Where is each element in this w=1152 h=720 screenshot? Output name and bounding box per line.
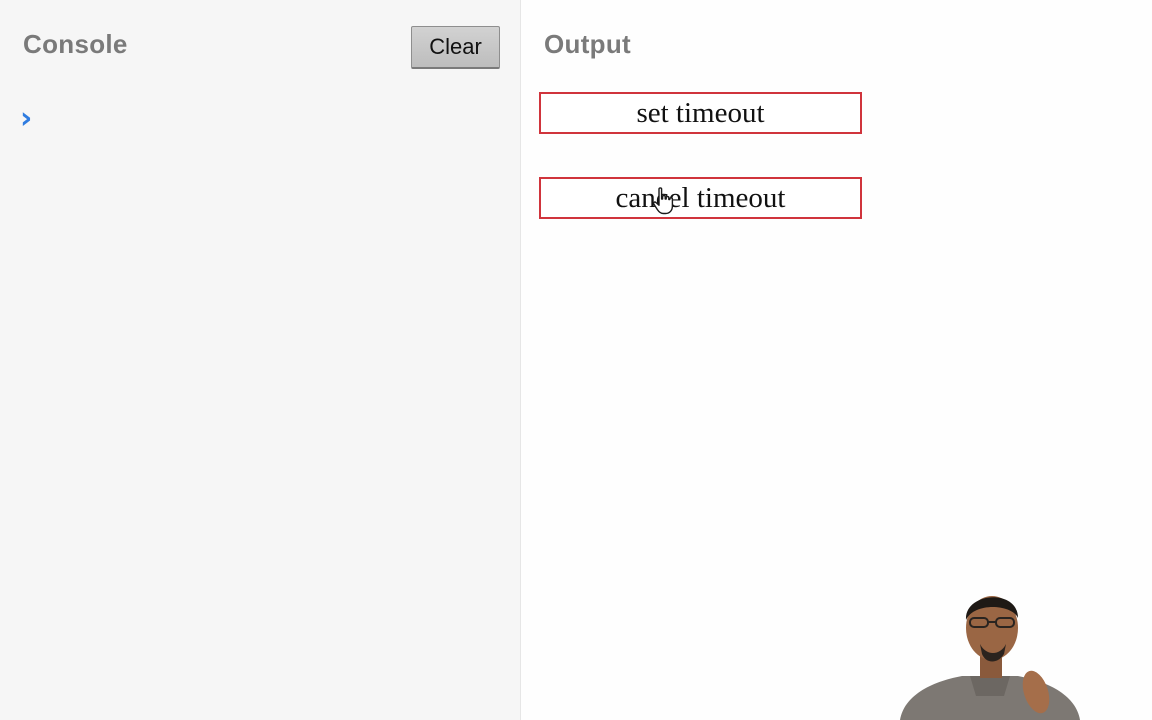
cancel-timeout-button[interactable]: cancel timeout	[539, 177, 862, 219]
console-pane: Console Clear ›	[0, 0, 521, 720]
chevron-right-icon[interactable]: ›	[20, 104, 32, 134]
console-title: Console	[23, 29, 128, 59]
app-window: Console Clear › Output set timeout cance…	[0, 0, 1152, 720]
presenter-webcam-overlay	[900, 596, 1080, 720]
clear-button[interactable]: Clear	[411, 26, 500, 69]
set-timeout-button[interactable]: set timeout	[539, 92, 862, 134]
output-title: Output	[544, 29, 631, 59]
